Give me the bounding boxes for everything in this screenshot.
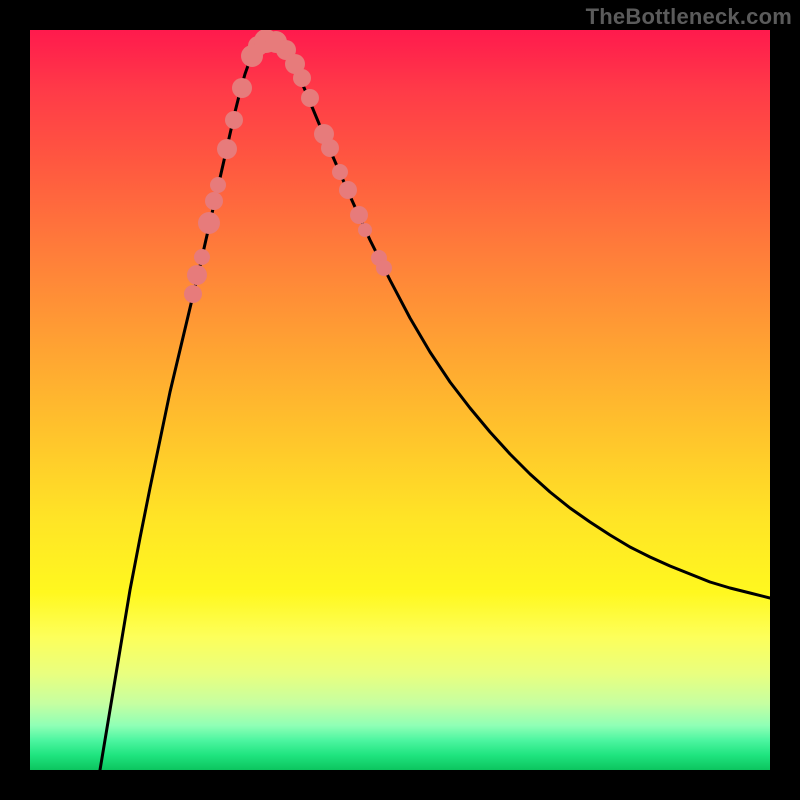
chart-dot (205, 192, 223, 210)
chart-dot (241, 45, 263, 67)
chart-dot (376, 260, 392, 276)
chart-dot (332, 164, 348, 180)
chart-dots (30, 30, 770, 770)
chart-dot (358, 223, 372, 237)
chart-frame: TheBottleneck.com (0, 0, 800, 800)
watermark-label: TheBottleneck.com (586, 4, 792, 30)
chart-dot (265, 31, 287, 53)
chart-dot (194, 249, 210, 265)
chart-dot (248, 36, 268, 56)
chart-dot (339, 181, 357, 199)
chart-dot (184, 285, 202, 303)
chart-dot (198, 212, 220, 234)
chart-dot (321, 139, 339, 157)
chart-dot (371, 250, 387, 266)
chart-dot (314, 124, 334, 144)
chart-dot (232, 78, 252, 98)
chart-dot (187, 265, 207, 285)
chart-dot (350, 206, 368, 224)
chart-dot (276, 40, 296, 60)
chart-dot (254, 30, 278, 53)
chart-dot (217, 139, 237, 159)
chart-dot (210, 177, 226, 193)
chart-dot (301, 89, 319, 107)
chart-plot-area (30, 30, 770, 770)
chart-dot (225, 111, 243, 129)
chart-dot (293, 69, 311, 87)
chart-dot (285, 54, 305, 74)
chart-curve (30, 30, 770, 770)
